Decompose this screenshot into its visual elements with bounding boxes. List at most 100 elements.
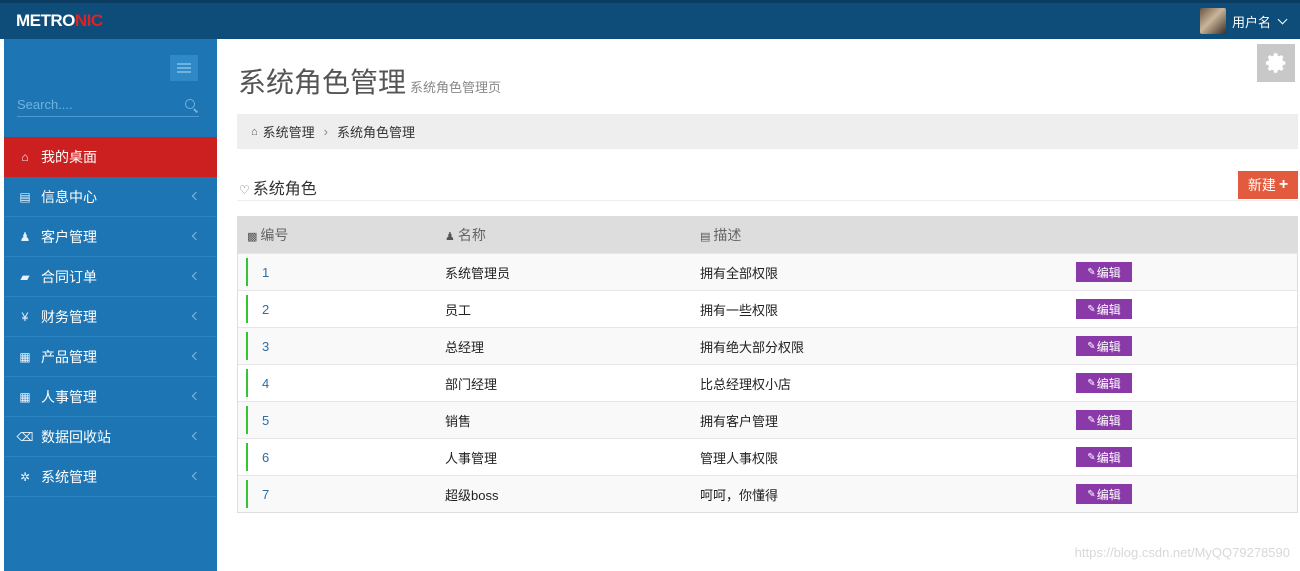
sidebar-item-icon: ¥ xyxy=(21,309,29,324)
chevron-left-icon xyxy=(191,351,201,361)
column-header-id-label: 编号 xyxy=(260,226,289,243)
table-row: 6 人事管理 管理人事权限 ✎ 编辑 xyxy=(238,438,1297,475)
edit-button-label: 编辑 xyxy=(1096,413,1121,428)
user-menu[interactable]: 用户名 xyxy=(1199,7,1288,35)
cell-name: 员工 xyxy=(445,302,472,318)
breadcrumb-item-system[interactable]: 系统管理 xyxy=(263,122,315,141)
cell-desc: 拥有一些权限 xyxy=(700,302,779,318)
cell-actions: ✎ 编辑 xyxy=(1076,336,1296,356)
breadcrumb-separator-icon: › xyxy=(323,124,329,139)
search-icon[interactable] xyxy=(185,99,195,109)
sidebar-item-8[interactable]: ✲ 系统管理 xyxy=(4,457,217,497)
table-header: ▩ 编号 ♟ 名称 ▤ 描述 xyxy=(238,216,1297,253)
sidebar: Search.... ⌂ 我的桌面 ▤ 信息中心 ♟ 客户管理 ▰ 合同订单 ¥ 财务管理 ▦ 产品管… xyxy=(4,39,217,571)
sidebar-item-1[interactable]: ▤ 信息中心 xyxy=(4,177,217,217)
edit-button[interactable]: ✎ 编辑 xyxy=(1076,447,1132,467)
sidebar-menu: ⌂ 我的桌面 ▤ 信息中心 ♟ 客户管理 ▰ 合同订单 ¥ 财务管理 ▦ 产品管理 ▦ 人事管理 ⌫ 数据回收… xyxy=(4,137,217,497)
sidebar-item-label: 产品管理 xyxy=(41,348,97,365)
chevron-left-icon xyxy=(191,191,201,201)
user-icon: ♟ xyxy=(445,230,455,243)
cell-id: 5 xyxy=(262,412,270,428)
column-header-desc: ▤ 描述 xyxy=(700,225,1076,245)
section-title: ♡ 系统角色 xyxy=(239,175,317,199)
sidebar-item-label: 客户管理 xyxy=(41,228,97,245)
cell-id: 1 xyxy=(262,264,270,280)
menu-icon xyxy=(177,63,191,65)
settings-button[interactable] xyxy=(1257,44,1295,82)
sidebar-item-icon: ▦ xyxy=(19,389,31,404)
edit-button-label: 编辑 xyxy=(1096,376,1121,391)
cell-desc: 比总经理权小店 xyxy=(700,376,792,392)
sidebar-item-icon: ⌂ xyxy=(21,149,29,164)
edit-icon: ✎ xyxy=(1087,451,1096,463)
table-row: 4 部门经理 比总经理权小店 ✎ 编辑 xyxy=(238,364,1297,401)
cell-name: 超级boss xyxy=(445,487,499,503)
sidebar-item-icon: ✲ xyxy=(19,469,31,484)
cell-name: 部门经理 xyxy=(445,376,498,392)
briefcase-icon: ▩ xyxy=(247,230,258,243)
new-button-label: 新建 xyxy=(1247,177,1276,193)
cell-name: 系统管理员 xyxy=(445,265,511,281)
table-row: 2 员工 拥有一些权限 ✎ 编辑 xyxy=(238,290,1297,327)
table-row: 3 总经理 拥有绝大部分权限 ✎ 编辑 xyxy=(238,327,1297,364)
menu-icon-line xyxy=(177,67,191,69)
menu-icon-line xyxy=(177,71,191,73)
sidebar-item-label: 系统管理 xyxy=(41,468,97,485)
watermark: https://blog.csdn.net/MyQQ79278590 xyxy=(1074,545,1290,560)
section-header: ♡ 系统角色 新建 + xyxy=(237,167,1298,201)
gear-icon xyxy=(1265,53,1286,73)
brand-logo[interactable]: METRONIC xyxy=(16,11,103,31)
search-input[interactable]: Search.... xyxy=(17,97,73,112)
sidebar-item-2[interactable]: ♟ 客户管理 xyxy=(4,217,217,257)
new-button[interactable]: 新建 + xyxy=(1238,171,1298,199)
edit-icon: ✎ xyxy=(1087,488,1096,500)
cell-actions: ✎ 编辑 xyxy=(1076,484,1296,504)
sidebar-toggle-button[interactable] xyxy=(170,55,198,81)
sidebar-item-label: 人事管理 xyxy=(41,388,97,405)
home-icon[interactable]: ⌂ xyxy=(251,126,258,138)
cart-icon: ▤ xyxy=(700,230,711,243)
chevron-left-icon xyxy=(191,391,201,401)
edit-button[interactable]: ✎ 编辑 xyxy=(1076,299,1132,319)
column-header-name: ♟ 名称 xyxy=(445,225,700,245)
cell-actions: ✎ 编辑 xyxy=(1076,373,1296,393)
chevron-down-icon xyxy=(1277,14,1288,24)
sidebar-item-5[interactable]: ▦ 产品管理 xyxy=(4,337,217,377)
table-row: 5 销售 拥有客户管理 ✎ 编辑 xyxy=(238,401,1297,438)
sidebar-item-3[interactable]: ▰ 合同订单 xyxy=(4,257,217,297)
page-title: 系统角色管理 系统角色管理页 xyxy=(238,61,501,101)
edit-icon: ✎ xyxy=(1087,340,1096,352)
table-row: 7 超级boss 呵呵，你懂得 ✎ 编辑 xyxy=(238,475,1297,512)
cell-desc: 拥有客户管理 xyxy=(700,413,779,429)
breadcrumb: ⌂ 系统管理 › 系统角色管理 xyxy=(237,114,1298,149)
sidebar-item-icon: ▤ xyxy=(19,189,31,204)
sidebar-item-icon: ⌫ xyxy=(16,429,34,444)
edit-button[interactable]: ✎ 编辑 xyxy=(1076,262,1132,282)
cell-id: 4 xyxy=(262,375,270,391)
edit-button[interactable]: ✎ 编辑 xyxy=(1076,336,1132,356)
chevron-left-icon xyxy=(191,231,201,241)
sidebar-item-6[interactable]: ▦ 人事管理 xyxy=(4,377,217,417)
sidebar-item-0[interactable]: ⌂ 我的桌面 xyxy=(4,137,217,177)
cell-id: 3 xyxy=(262,338,270,354)
edit-button[interactable]: ✎ 编辑 xyxy=(1076,373,1132,393)
page-subtitle: 系统角色管理页 xyxy=(410,80,502,95)
top-bar: METRONIC 用户名 xyxy=(0,0,1300,39)
chevron-left-icon xyxy=(191,431,201,441)
chevron-left-icon xyxy=(191,311,201,321)
sidebar-item-label: 我的桌面 xyxy=(41,148,97,165)
edit-button[interactable]: ✎ 编辑 xyxy=(1076,410,1132,430)
edit-icon: ✎ xyxy=(1087,303,1096,315)
sidebar-item-7[interactable]: ⌫ 数据回收站 xyxy=(4,417,217,457)
sidebar-item-label: 财务管理 xyxy=(41,308,97,325)
cell-actions: ✎ 编辑 xyxy=(1076,410,1296,430)
breadcrumb-item-current: 系统角色管理 xyxy=(337,125,416,140)
plus-icon: + xyxy=(1278,176,1289,193)
sidebar-item-4[interactable]: ¥ 财务管理 xyxy=(4,297,217,337)
edit-icon: ✎ xyxy=(1087,414,1096,426)
column-header-name-label: 名称 xyxy=(457,226,486,243)
sidebar-search[interactable]: Search.... xyxy=(17,93,199,117)
cell-actions: ✎ 编辑 xyxy=(1076,262,1296,282)
edit-button[interactable]: ✎ 编辑 xyxy=(1076,484,1132,504)
user-name: 用户名 xyxy=(1231,14,1271,30)
